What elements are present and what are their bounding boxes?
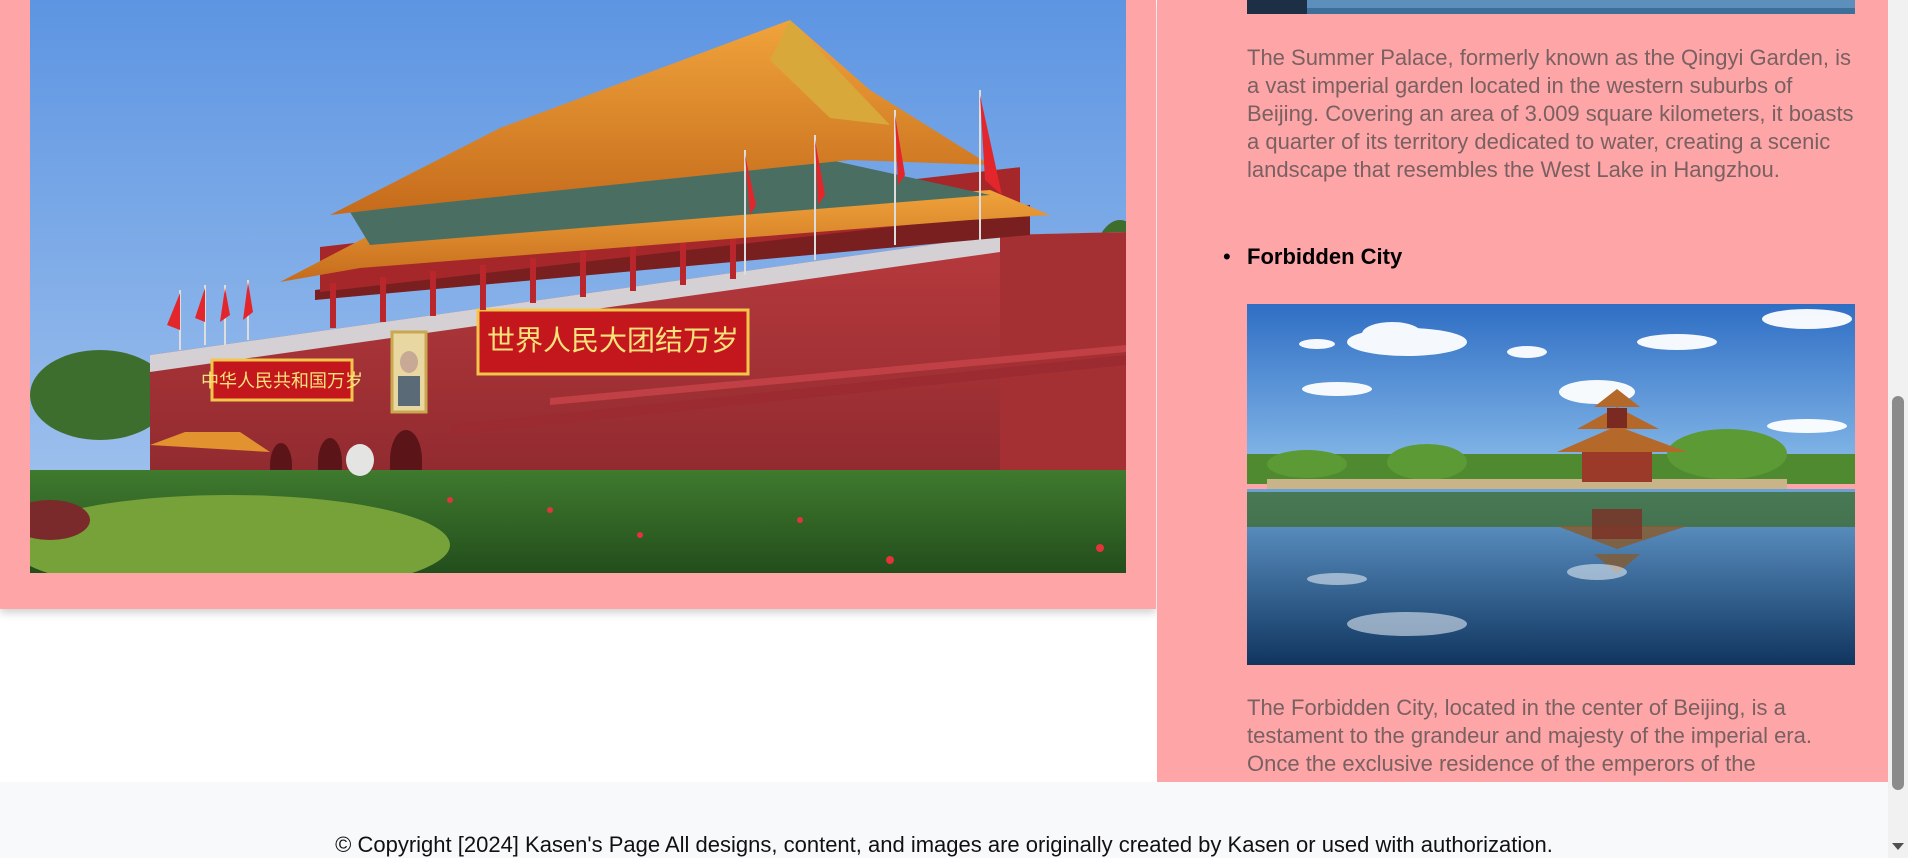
banner-right-text: 世界人民大团结万岁 [487,324,739,357]
forbidden-city-image [1247,304,1855,665]
bullet-icon: • [1223,244,1231,269]
vertical-scrollbar[interactable] [1888,0,1908,858]
forbidden-city-list-item: • Forbidden City [1223,243,1402,271]
copyright-text: © Copyright [2024] Kasen's Page All desi… [335,832,1553,857]
scroll-down-arrow-icon[interactable] [1892,843,1904,850]
page-viewport: 中华人民共和国万岁 世界人民大团结万岁 The Summer Palace, f… [0,0,1908,858]
banner-left-text: 中华人民共和国万岁 [201,371,363,392]
summer-palace-description: The Summer Palace, formerly known as the… [1247,45,1854,182]
forbidden-city-description: The Forbidden City, located in the cente… [1247,695,1812,776]
left-content-panel: 中华人民共和国万岁 世界人民大团结万岁 [0,0,1156,609]
page-footer: © Copyright [2024] Kasen's Page All desi… [0,782,1888,858]
tiananmen-gate-image: 中华人民共和国万岁 世界人民大团结万岁 [30,0,1126,573]
scrollbar-thumb[interactable] [1892,396,1904,790]
right-content-panel: The Summer Palace, formerly known as the… [1157,0,1888,782]
forbidden-city-heading: Forbidden City [1247,244,1403,269]
summer-palace-image-bottom [1247,0,1855,14]
